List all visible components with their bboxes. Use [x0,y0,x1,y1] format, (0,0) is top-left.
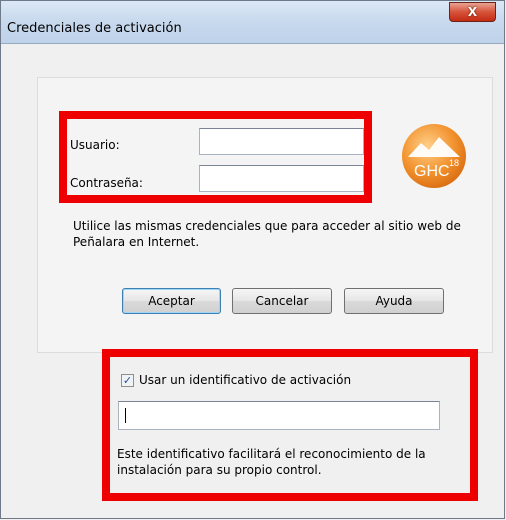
password-input[interactable] [199,165,364,192]
credentials-note: Utilice las mismas credenciales que para… [73,219,461,249]
checkmark-icon: ✓ [122,374,133,387]
ghc-logo: GHC 18 [399,121,469,191]
help-button[interactable]: Ayuda [344,288,444,314]
text-caret [125,408,126,423]
cancel-button[interactable]: Cancelar [232,288,332,314]
window-title: Credenciales de activación [7,21,182,36]
usuario-label: Usuario: [70,138,120,152]
password-label: Contraseña: [70,176,143,190]
accept-button[interactable]: Aceptar [122,288,221,314]
activation-identifier-input[interactable] [118,401,440,430]
logo-text: GHC [414,163,450,180]
title-bar[interactable]: Credenciales de activación X [1,1,504,44]
activation-checkbox-label[interactable]: Usar un identificativo de activación [139,373,351,387]
close-icon: X [467,5,478,19]
dialog-window: Credenciales de activación X Usuario: Co… [0,0,505,519]
close-button[interactable]: X [449,2,496,22]
activation-checkbox[interactable]: ✓ [121,374,134,387]
logo-superscript: 18 [449,158,459,168]
activation-note: Este identificativo facilitará el recono… [117,447,426,477]
usuario-input[interactable] [199,128,364,155]
